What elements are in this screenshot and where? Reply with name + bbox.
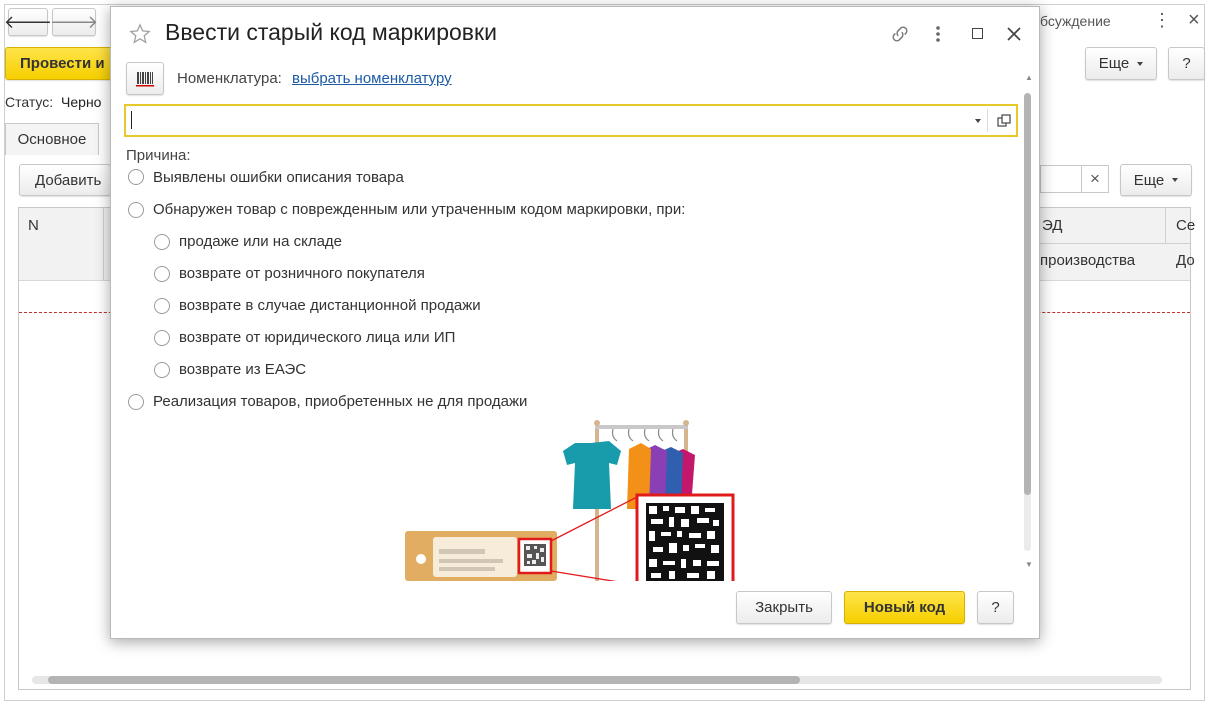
more-menu-icon[interactable]: ⋮: [1153, 10, 1171, 31]
help-button-top[interactable]: ?: [1168, 47, 1205, 80]
tab-main-label: Основное: [17, 131, 87, 148]
radio-eaeu-return[interactable]: [154, 362, 170, 378]
more-button-top[interactable]: Еще: [1085, 47, 1157, 80]
more-button-table[interactable]: Еще: [1120, 164, 1192, 196]
status-value: Черно: [61, 94, 102, 110]
dialog-title: Ввести старый код маркировки: [165, 19, 497, 45]
discussion-link[interactable]: бсуждение: [1040, 13, 1111, 29]
radio-remote-sale-return[interactable]: [154, 298, 170, 314]
radio-sale-or-warehouse[interactable]: [154, 234, 170, 250]
input-divider: [987, 109, 988, 132]
radio-damaged-code[interactable]: [128, 202, 144, 218]
column-header-production[interactable]: производства: [1040, 252, 1135, 269]
column-header-ed[interactable]: ЭД: [1042, 217, 1062, 234]
vertical-scrollbar[interactable]: [1024, 93, 1031, 551]
option-legal-entity-return[interactable]: возврате от юридического лица или ИП: [179, 329, 455, 346]
marking-illustration: [405, 420, 735, 581]
arrow-left-icon: 🡐: [3, 11, 53, 32]
header-row-divider: [1040, 243, 1190, 244]
add-button[interactable]: Добавить: [19, 164, 111, 196]
scroll-up-icon[interactable]: ▲: [1025, 73, 1033, 82]
help-button-label: ?: [991, 599, 1000, 616]
column-header-n[interactable]: N: [28, 217, 39, 234]
clear-search-button[interactable]: ×: [1081, 165, 1109, 193]
status-row: Статус: Черно: [5, 94, 101, 110]
select-nomenclature-link[interactable]: выбрать номенклатуру: [292, 70, 452, 87]
close-window-icon[interactable]: ×: [1188, 9, 1200, 32]
more-button-table-label: Еще: [1133, 171, 1165, 189]
new-code-button[interactable]: Новый код: [844, 591, 965, 624]
column-header-do[interactable]: До: [1176, 252, 1195, 269]
add-button-label: Добавить: [35, 171, 102, 189]
star-icon[interactable]: [129, 23, 151, 45]
maximize-icon[interactable]: [972, 28, 983, 39]
status-label: Статус:: [5, 94, 54, 110]
new-code-button-label: Новый код: [863, 599, 946, 616]
dropdown-arrow-icon[interactable]: [975, 119, 981, 123]
marking-code-input[interactable]: [124, 104, 1018, 137]
post-and-close-button[interactable]: Провести и: [5, 47, 115, 80]
column-header-se[interactable]: Се: [1176, 217, 1195, 234]
close-button-label: Закрыть: [755, 599, 813, 616]
help-button[interactable]: ?: [977, 591, 1014, 624]
forward-button[interactable]: 🡒: [49, 8, 99, 36]
more-button-top-label: Еще: [1098, 55, 1130, 72]
search-input[interactable]: [1040, 165, 1081, 193]
scroll-down-icon[interactable]: ▼: [1025, 560, 1033, 569]
option-description-errors[interactable]: Выявлены ошибки описания товара: [153, 169, 404, 186]
reason-label: Причина:: [126, 147, 191, 164]
close-icon[interactable]: [1005, 25, 1023, 43]
radio-description-errors[interactable]: [128, 169, 144, 185]
radio-non-sale-goods[interactable]: [128, 394, 144, 410]
back-button[interactable]: 🡐: [4, 8, 52, 36]
option-sale-or-warehouse[interactable]: продаже или на складе: [179, 233, 342, 250]
chevron-down-icon: [1172, 178, 1179, 182]
option-eaeu-return[interactable]: возврате из ЕАЭС: [179, 361, 306, 378]
post-button-label: Провести и: [20, 55, 105, 72]
tab-main[interactable]: Основное: [5, 123, 99, 155]
text-cursor: [131, 111, 132, 129]
close-button[interactable]: Закрыть: [736, 591, 832, 624]
radio-retail-return[interactable]: [154, 266, 170, 282]
open-form-icon[interactable]: [997, 114, 1011, 128]
nomenclature-label: Номенклатура:: [177, 70, 282, 87]
option-remote-sale-return[interactable]: возврате в случае дистанционной продажи: [179, 297, 481, 314]
column-divider: [103, 208, 104, 280]
radio-legal-entity-return[interactable]: [154, 330, 170, 346]
more-icon[interactable]: [933, 24, 943, 44]
barcode-scan-button[interactable]: [126, 62, 164, 95]
chevron-down-icon: [1137, 61, 1144, 66]
arrow-right-icon: 🡒: [49, 11, 99, 32]
scrollbar-thumb[interactable]: [1024, 93, 1031, 495]
clear-icon: ×: [1090, 169, 1100, 188]
option-damaged-code[interactable]: Обнаружен товар с поврежденным или утрач…: [153, 201, 685, 218]
column-divider: [1165, 208, 1166, 244]
horizontal-scrollbar[interactable]: [32, 676, 1162, 684]
barcode-icon: [136, 71, 154, 86]
link-icon[interactable]: [889, 23, 911, 45]
old-code-dialog: Ввести старый код маркировки Номенклатур…: [110, 6, 1040, 639]
scrollbar-thumb[interactable]: [48, 676, 800, 684]
help-top-label: ?: [1182, 55, 1191, 72]
option-retail-return[interactable]: возврате от розничного покупателя: [179, 265, 425, 282]
option-non-sale-goods[interactable]: Реализация товаров, приобретенных не для…: [153, 393, 527, 410]
